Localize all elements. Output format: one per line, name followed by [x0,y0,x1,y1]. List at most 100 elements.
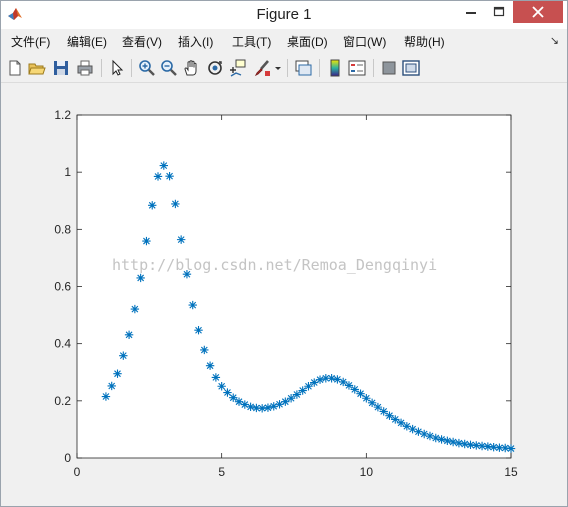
data-point [356,389,365,398]
insert-colorbar-button[interactable] [325,58,345,78]
data-point [420,429,429,439]
scatter-plot[interactable]: 0 5 10 15 0 0.2 0.4 0.6 0.8 1 1.2 http://blog.csdn.… [2,83,566,504]
data-point [153,172,163,181]
data-point [269,402,278,411]
zoom-in-button[interactable] [137,58,157,78]
y-tick-label: 0.6 [54,280,71,294]
axes-box[interactable] [76,114,512,459]
data-point [506,444,516,453]
toolbar-separator [319,59,320,77]
menu-window[interactable]: 窗口(W) [343,33,386,50]
data-point [373,402,383,412]
data-cursor-icon [230,59,246,77]
figure-window: Figure 1 文件(F) 编辑(E) 查看(V) 插入(I) 工具(T) 桌… [0,0,568,507]
data-point [101,392,111,401]
maximize-icon [493,6,505,17]
data-point [124,330,134,340]
toolbar-separator [131,59,132,77]
figure-canvas[interactable]: 0 5 10 15 0 0.2 0.4 0.6 0.8 1 1.2 http://blog.csdn.… [2,83,566,504]
watermark-text: http://blog.csdn.net/Remoa_Dengqinyi [112,256,437,274]
y-tick-label: 1.2 [54,108,71,122]
brush-icon [254,60,270,77]
data-point [130,304,140,314]
data-point [425,431,435,441]
toolbar-separator [101,59,102,77]
hide-plot-tools-button[interactable] [379,58,399,78]
title-bar[interactable]: Figure 1 [1,1,567,29]
data-point [286,394,296,403]
pan-hand-icon [184,60,197,76]
brush-dropdown-icon [275,67,281,70]
y-tick-label: 0.8 [54,222,71,236]
data-point [344,381,354,390]
y-tick-label: 1 [64,165,71,179]
menu-overflow-icon[interactable]: ↘ [550,34,559,47]
menu-edit[interactable]: 编辑(E) [67,33,107,50]
data-point [367,398,377,408]
maximize-button[interactable] [485,1,513,23]
x-tick-label: 5 [218,465,225,479]
minimize-button[interactable] [457,1,485,23]
insert-legend-button[interactable] [347,58,367,78]
x-tick-label: 10 [360,465,374,479]
link-plot-icon [295,60,312,76]
data-point [107,381,116,391]
data-point [136,273,145,283]
data-point [229,393,238,402]
data-point [205,361,215,370]
print-button[interactable] [75,58,95,78]
save-button[interactable] [51,58,71,78]
save-icon [54,61,68,75]
data-point [263,403,273,412]
figure-toolbar [1,54,567,83]
close-button[interactable] [513,1,563,23]
menu-insert[interactable]: 插入(I) [178,33,213,50]
menu-tools[interactable]: 工具(T) [232,33,271,50]
data-point [159,161,168,170]
data-point [362,394,371,403]
data-point [182,270,192,279]
data-point [113,369,122,378]
x-tick-label: 15 [504,465,518,479]
data-point [148,201,157,210]
menu-help[interactable]: 帮助(H) [404,33,445,50]
close-icon [532,6,544,18]
data-point [211,373,221,382]
insert-colorbar-icon [330,59,340,77]
data-point [200,345,209,355]
zoom-out-button[interactable] [159,58,179,78]
data-point [315,375,325,384]
data-point [431,433,440,443]
menu-file[interactable]: 文件(F) [11,33,50,50]
y-tick-label: 0.2 [54,394,71,408]
data-point [119,351,128,360]
pan-button[interactable] [181,58,201,78]
hide-plot-tools-icon [382,61,396,75]
rotate-3d-icon [208,61,222,75]
data-point [142,236,151,246]
data-point [304,382,313,391]
data-cursor-button[interactable] [227,58,247,78]
data-point [176,235,186,244]
new-figure-button[interactable] [5,58,25,78]
menu-view[interactable]: 查看(V) [122,33,162,50]
zoom-in-icon [139,60,155,76]
rotate-3d-button[interactable] [205,58,225,78]
insert-legend-icon [348,60,366,76]
new-figure-icon [9,60,21,76]
print-icon [77,60,93,76]
y-tick-label: 0.4 [54,337,71,351]
open-file-button[interactable] [27,58,47,78]
brush-dropdown-button[interactable] [273,58,283,78]
data-point [298,386,307,395]
menu-desktop[interactable]: 桌面(D) [287,33,328,50]
y-tick-label: 0 [64,451,71,465]
toolbar-separator [287,59,288,77]
brush-button[interactable] [253,58,273,78]
link-plot-button[interactable] [293,58,313,78]
show-plot-tools-button[interactable] [401,58,421,78]
data-point [246,402,255,412]
data-point [327,374,336,383]
select-arrow-button[interactable] [107,58,127,78]
data-point [385,411,394,420]
